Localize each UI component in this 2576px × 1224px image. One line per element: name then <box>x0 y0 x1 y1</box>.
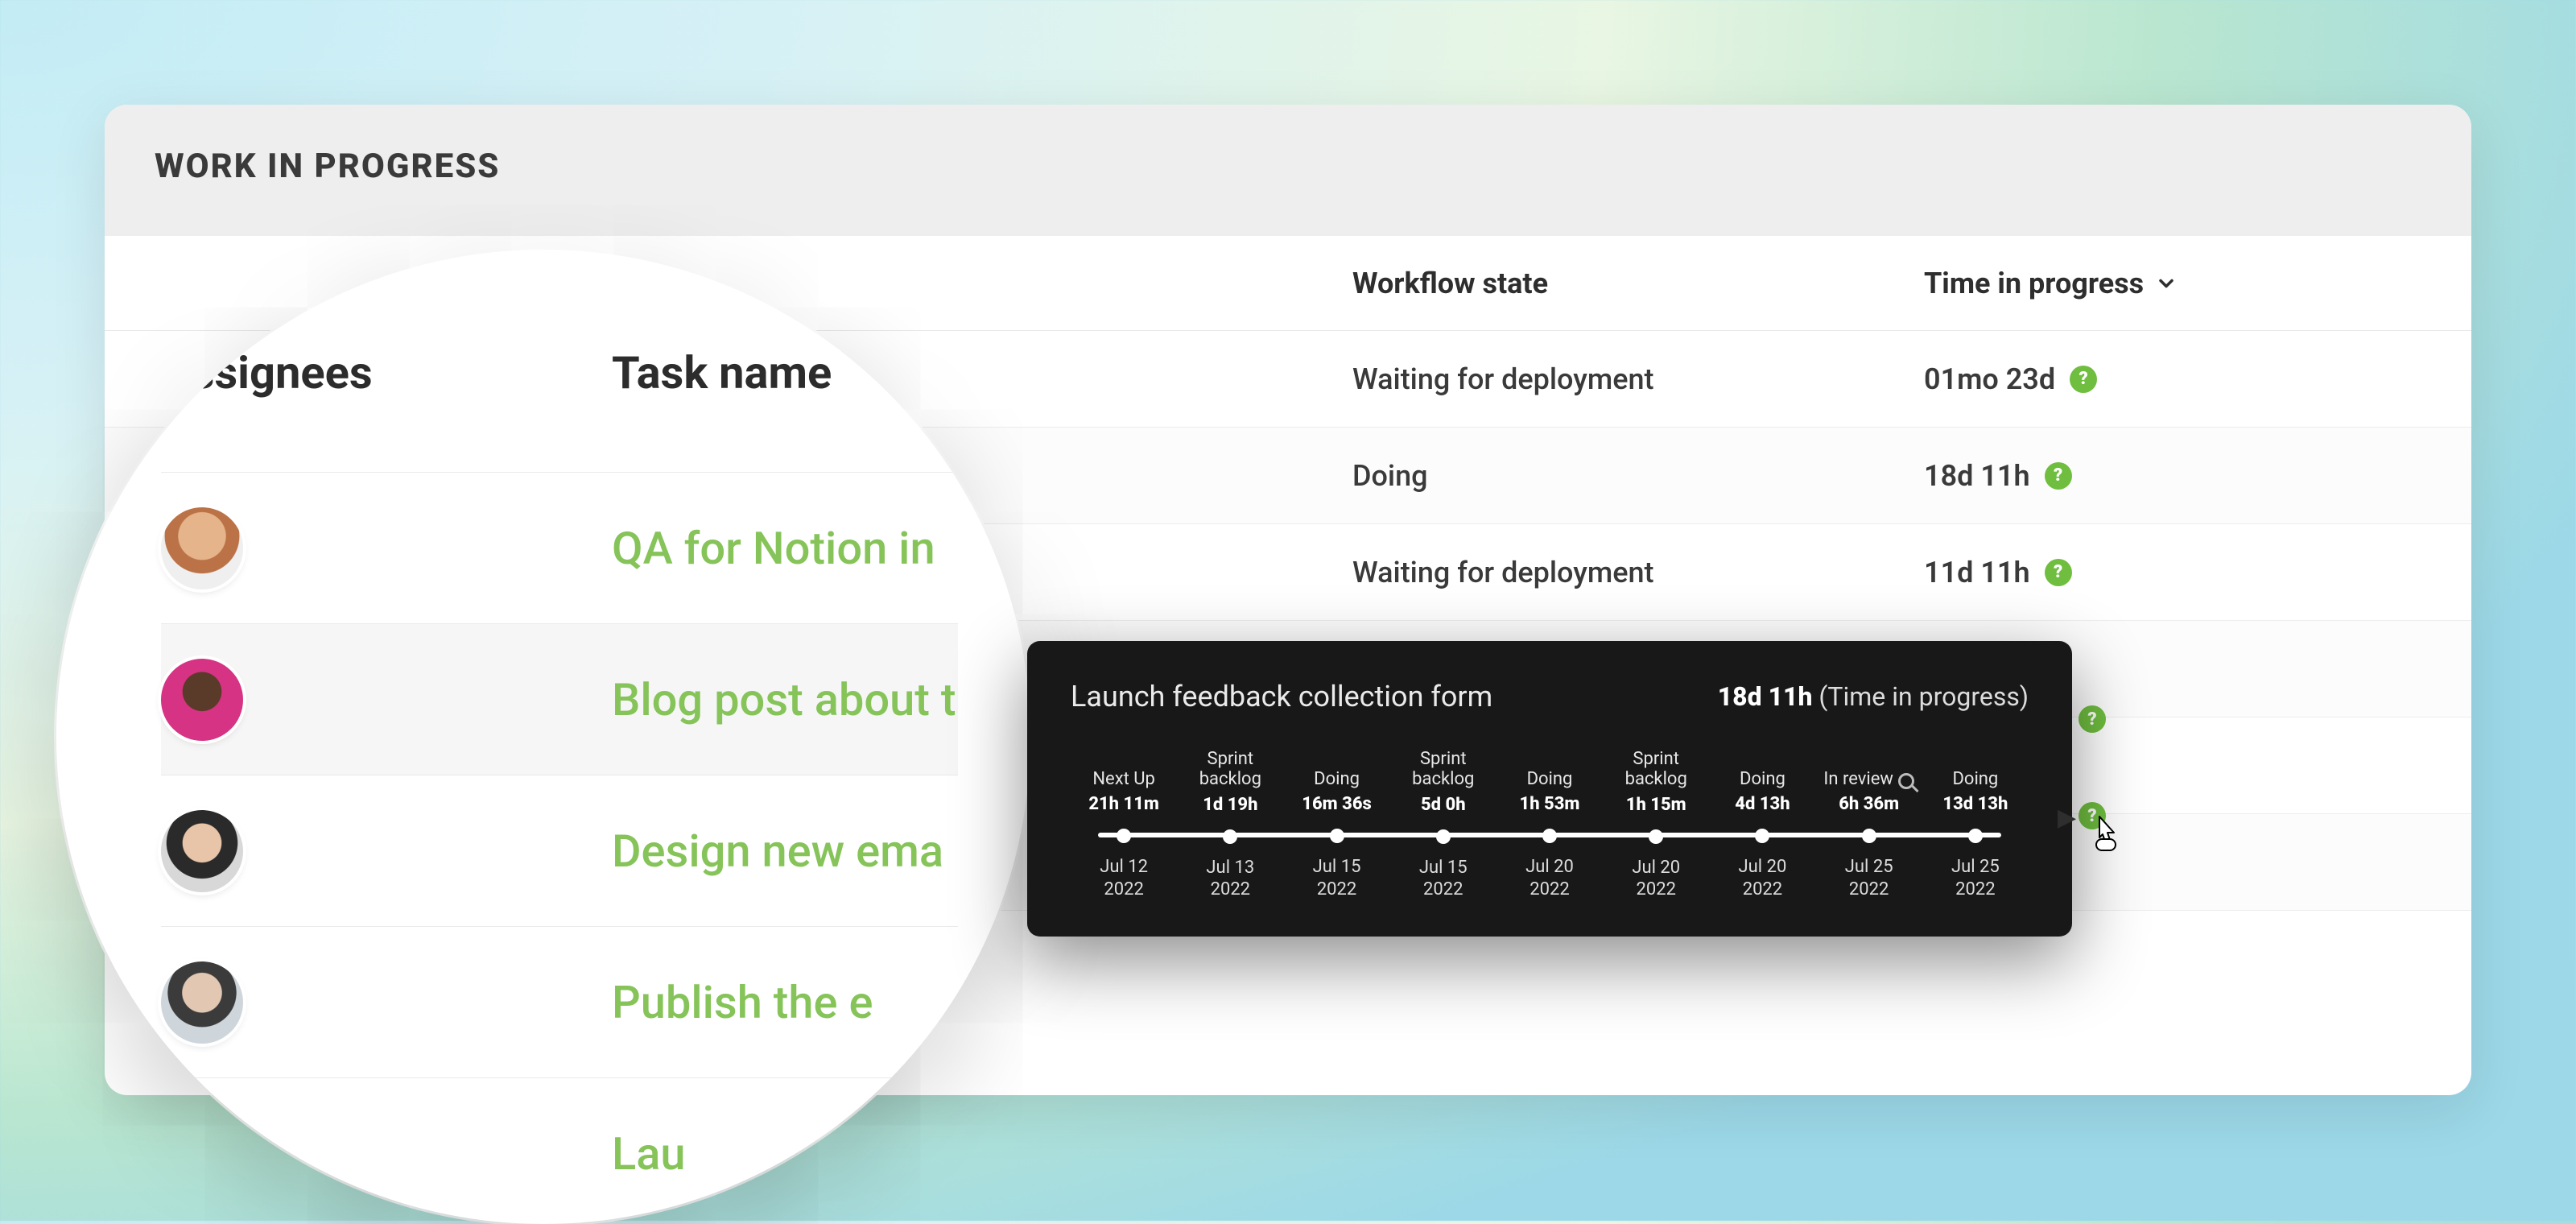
timeline-step[interactable]: In review 6h 36m Jul 252022 <box>1816 749 1922 901</box>
time-cell: 18d 11h ? <box>1924 459 2471 493</box>
timeline-step[interactable]: Doing 4d 13h Jul 202022 <box>1709 749 1815 901</box>
zoom-lens: Assignees Task name QA for Notion in Blo… <box>56 250 1030 1224</box>
step-duration: 21h 11m <box>1074 794 1174 814</box>
avatar[interactable] <box>161 810 243 892</box>
step-duration: 1d 19h <box>1180 795 1280 815</box>
time-value: 01mo 23d <box>1924 362 2055 396</box>
step-duration: 13d 13h <box>1926 794 2025 814</box>
help-icon[interactable]: ? <box>2070 366 2097 393</box>
step-dot <box>1862 829 1876 843</box>
magnifier-icon <box>1898 773 1914 789</box>
step-duration: 4d 13h <box>1712 794 1812 814</box>
step-label: Doing <box>1286 749 1386 789</box>
table-row[interactable]: Publish the e <box>161 926 958 1077</box>
step-label: Sprint backlog <box>1606 749 1706 790</box>
step-label: Sprint backlog <box>1180 749 1280 790</box>
popover-title: Launch feedback collection form <box>1071 680 1492 713</box>
task-name-link[interactable]: Lau <box>612 1127 958 1181</box>
avatar[interactable] <box>161 961 243 1044</box>
task-name-link[interactable]: Blog post about t <box>612 673 958 726</box>
step-label: Doing <box>1926 749 2025 789</box>
popover-arrow-icon: ▶ <box>2058 804 2076 832</box>
timeline-popover: Launch feedback collection form 18d 11h … <box>1027 641 2072 937</box>
card-header: WORK IN PROGRESS <box>105 105 2471 236</box>
step-dot <box>1330 829 1344 843</box>
help-icon[interactable]: ? <box>2045 559 2072 586</box>
column-time-in-progress[interactable]: Time in progress <box>1924 267 2471 300</box>
workflow-state-cell: Waiting for deployment <box>1352 362 1924 396</box>
step-dot <box>1542 829 1557 843</box>
task-name-link[interactable]: Publish the e <box>612 976 958 1029</box>
timeline-step[interactable]: Doing 13d 13h Jul 252022 <box>1922 749 2029 901</box>
time-cell: 01mo 23d ? <box>1924 362 2471 396</box>
table-row[interactable]: Blog post about t <box>161 623 958 775</box>
workflow-state-cell: Waiting for deployment <box>1352 556 1924 589</box>
step-duration: 5d 0h <box>1393 795 1493 815</box>
chevron-down-icon <box>2155 272 2178 295</box>
workflow-state-cell: Doing <box>1352 459 1924 493</box>
step-duration: 1h 15m <box>1606 795 1706 815</box>
task-name-link[interactable]: QA for Notion in <box>612 522 958 575</box>
timeline-step[interactable]: Sprint backlog 1d 19h Jul 132022 <box>1177 749 1283 901</box>
help-icon[interactable]: ? <box>2045 462 2072 490</box>
column-workflow-state[interactable]: Workflow state <box>1352 267 1924 300</box>
step-label: In review <box>1819 749 1919 789</box>
table-row[interactable]: QA for Notion in <box>161 472 958 623</box>
table-row[interactable]: Design new ema <box>161 775 958 926</box>
step-dot <box>1755 829 1769 843</box>
step-label: Doing <box>1712 749 1812 789</box>
avatar[interactable] <box>161 507 243 589</box>
step-label: Next Up <box>1074 749 1174 789</box>
step-dot <box>1223 829 1237 844</box>
avatar[interactable] <box>161 659 243 741</box>
pointer-cursor-icon <box>2088 812 2124 855</box>
task-name-link[interactable]: Design new ema <box>612 825 958 878</box>
timeline-step[interactable]: Doing 16m 36s Jul 152022 <box>1283 749 1389 901</box>
popover-time-label: (Time in progress) <box>1818 681 2029 712</box>
step-duration: 1h 53m <box>1500 794 1600 814</box>
card-title: WORK IN PROGRESS <box>155 147 2421 186</box>
timeline: Next Up 21h 11m Jul 122022 Sprint backlo… <box>1071 749 2029 901</box>
popover-time: 18d 11h (Time in progress) <box>1718 681 2029 712</box>
timeline-step[interactable]: Sprint backlog 5d 0h Jul 152022 <box>1390 749 1496 901</box>
timeline-step[interactable]: Doing 1h 53m Jul 202022 <box>1496 749 1603 901</box>
timeline-step[interactable]: Sprint backlog 1h 15m Jul 202022 <box>1603 749 1709 901</box>
time-value: 11d 11h <box>1924 556 2030 589</box>
step-label: Doing <box>1500 749 1600 789</box>
step-dot <box>1117 829 1131 843</box>
column-time-in-progress-label: Time in progress <box>1924 267 2144 300</box>
table-row[interactable]: Lau <box>161 1077 958 1224</box>
popover-time-bold: 18d 11h <box>1718 681 1813 712</box>
time-value: 18d 11h <box>1924 459 2030 493</box>
step-dot <box>1436 829 1451 844</box>
step-dot <box>1649 829 1663 844</box>
step-duration: 6h 36m <box>1819 794 1919 814</box>
help-icon[interactable]: ? <box>2079 705 2106 733</box>
timeline-step[interactable]: Next Up 21h 11m Jul 122022 <box>1071 749 1177 901</box>
step-duration: 16m 36s <box>1286 794 1386 814</box>
time-cell: 11d 11h ? <box>1924 556 2471 589</box>
step-dot <box>1968 829 1983 843</box>
step-label: Sprint backlog <box>1393 749 1493 790</box>
